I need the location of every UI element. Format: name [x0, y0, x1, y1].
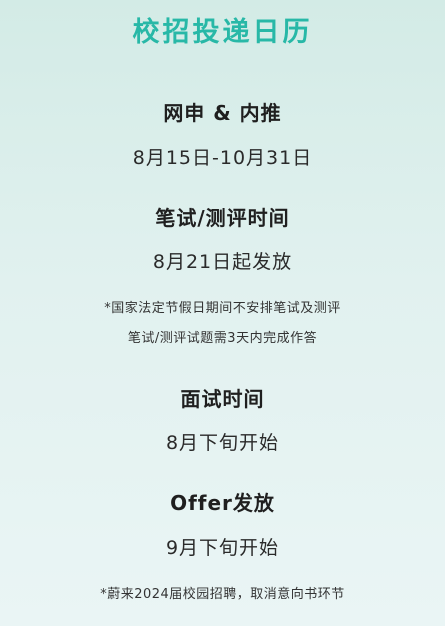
- note-holiday: *国家法定节假日期间不安排笔试及测评: [104, 301, 341, 316]
- section-value-written-test: 8月21日起发放: [152, 251, 293, 273]
- note-deadline: 笔试/测评试题需3天内完成作答: [127, 331, 318, 346]
- section-value-offer: 9月下旬开始: [165, 537, 280, 559]
- section-value-application: 8月15日-10月31日: [132, 147, 313, 169]
- section-heading-interview: 面试时间: [180, 387, 265, 411]
- note-footer: *蔚来2024届校园招聘，取消意向书环节: [100, 587, 345, 602]
- section-value-interview: 8月下旬开始: [165, 432, 280, 454]
- section-heading-written-test: 笔试/测评时间: [155, 206, 290, 230]
- calendar-page: 校招投递日历 网申 & 内推 8月15日-10月31日 笔试/测评时间 8月21…: [0, 0, 445, 626]
- section-heading-application: 网申 & 内推: [163, 101, 282, 125]
- page-title: 校招投递日历: [132, 17, 313, 48]
- section-heading-offer: Offer发放: [170, 491, 275, 515]
